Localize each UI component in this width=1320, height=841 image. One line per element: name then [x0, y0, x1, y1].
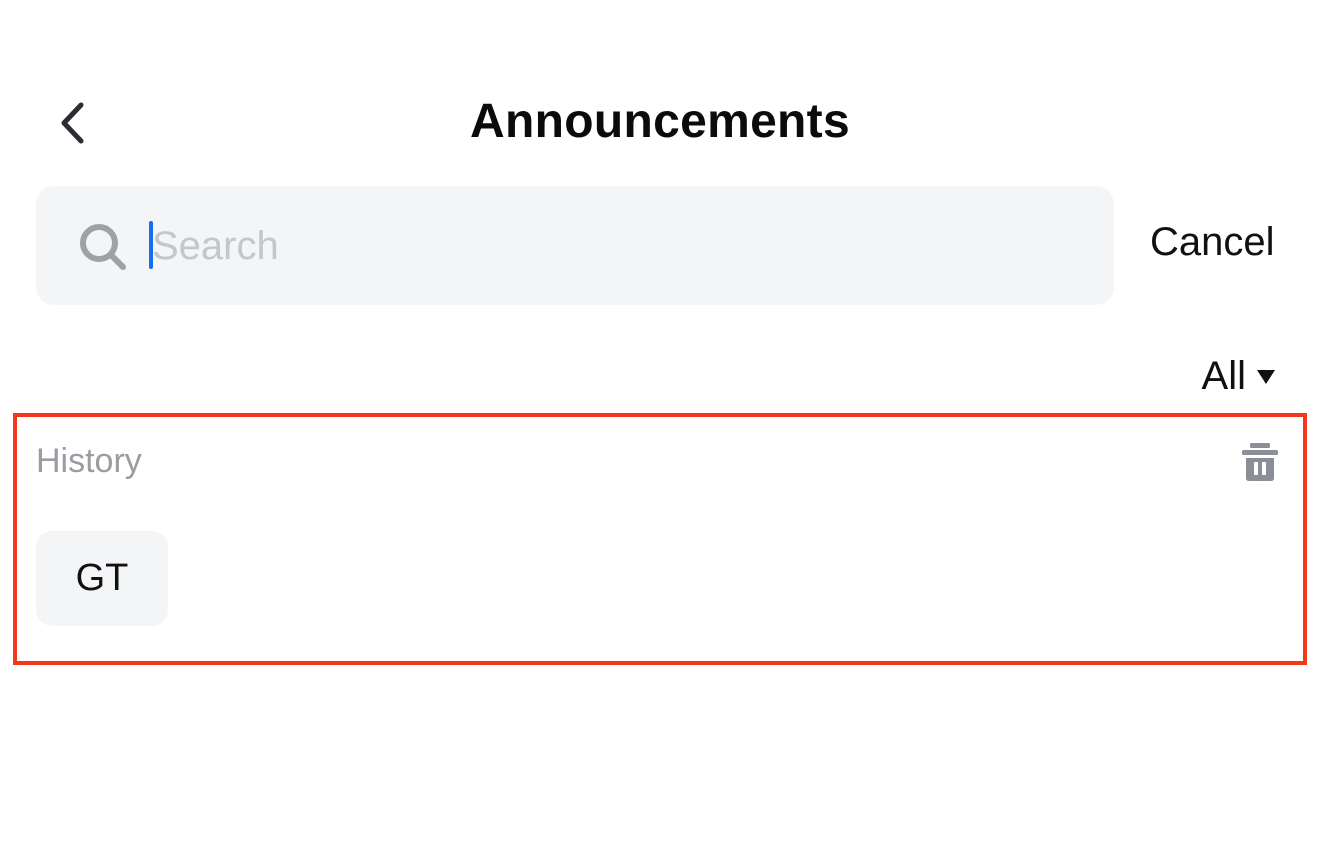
- cancel-button[interactable]: Cancel: [1150, 220, 1275, 265]
- history-section-highlight: [13, 413, 1307, 665]
- history-heading: History: [36, 442, 142, 480]
- top-bar: Announcements: [0, 80, 1320, 170]
- search-input[interactable]: [152, 216, 1052, 276]
- clear-history-button[interactable]: [1238, 440, 1282, 484]
- search-icon: [80, 224, 126, 270]
- filter-dropdown[interactable]: All: [1202, 354, 1276, 399]
- caret-down-icon: [1257, 369, 1275, 384]
- page-title: Announcements: [470, 95, 850, 148]
- history-chip[interactable]: GT: [36, 531, 168, 626]
- filter-label: All: [1201, 354, 1246, 398]
- trash-icon: [1242, 443, 1278, 481]
